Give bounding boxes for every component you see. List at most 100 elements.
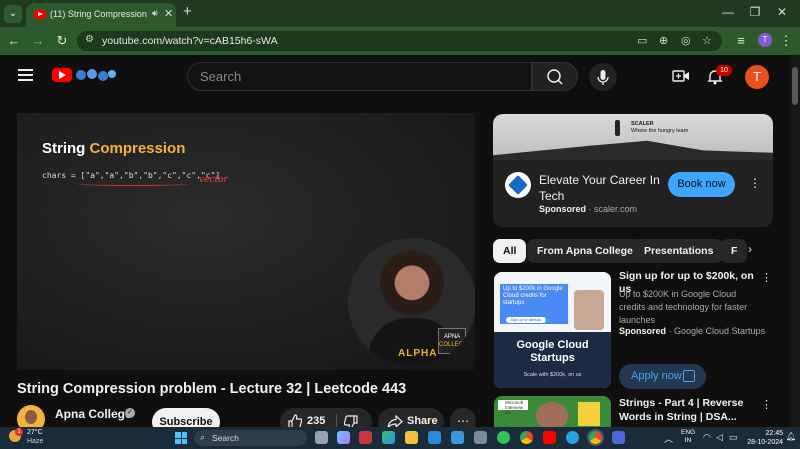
- youtube-header: 10 T: [0, 55, 790, 100]
- edge-icon[interactable]: [382, 431, 395, 444]
- tab-search-chevron-icon[interactable]: ⌄: [4, 5, 22, 23]
- youtube-logo-icon[interactable]: [52, 68, 72, 82]
- youtube-doodle-icon[interactable]: [75, 67, 117, 83]
- reload-icon[interactable]: ↻: [54, 33, 70, 49]
- zoom-icon[interactable]: ⊕: [659, 34, 668, 47]
- browser-menu-kebab-icon[interactable]: ⋮: [778, 33, 794, 49]
- windows-start-icon[interactable]: [175, 432, 187, 444]
- wifi-icon[interactable]: ◠: [703, 432, 711, 443]
- chrome-icon[interactable]: [520, 431, 533, 444]
- address-bar[interactable]: ⚙︎ youtube.com/watch?v=cAB15h6-sWA ▭ ⊕ ◎…: [77, 31, 722, 51]
- file-explorer-icon[interactable]: [405, 431, 418, 444]
- camera-icon[interactable]: [474, 431, 487, 444]
- book-now-button[interactable]: Book now: [668, 172, 735, 197]
- channel-name[interactable]: Apna College: [55, 407, 132, 421]
- windows-taskbar: 1 27°C Haze ⌕ Search ︿ ENG IN ◠ ◁ ▭ 22:45…: [0, 427, 800, 449]
- task-view-icon[interactable]: [315, 431, 328, 444]
- input-language[interactable]: ENG IN: [681, 429, 695, 445]
- search-button[interactable]: [532, 62, 578, 91]
- telegram-icon[interactable]: [566, 431, 579, 444]
- ad-banner-tagline: Where the hungry learn: [631, 128, 689, 134]
- chip-from-apna-college[interactable]: From Apna College: [527, 239, 643, 263]
- weather-condition[interactable]: Haze: [27, 438, 43, 445]
- board-title-text: String: [42, 140, 90, 157]
- browser-profile-avatar[interactable]: T: [758, 33, 772, 47]
- ad-title[interactable]: Elevate Your Career In Tech: [539, 172, 669, 204]
- search-box: [187, 62, 532, 91]
- voice-search-button[interactable]: [589, 63, 617, 91]
- browser-tab-strip: ⌄ (11) String Compression pr 🔊︎ ✕ + — ❐ …: [0, 0, 800, 27]
- region-code: IN: [684, 437, 692, 444]
- speaker-icon[interactable]: 🔊︎: [152, 8, 158, 19]
- vscode-icon[interactable]: [428, 431, 441, 444]
- chip-scroll-next-icon[interactable]: ›: [748, 242, 752, 256]
- external-link-icon: [683, 370, 695, 382]
- account-avatar[interactable]: T: [745, 65, 769, 89]
- tray-app-icon[interactable]: [612, 431, 625, 444]
- youtube-app-icon[interactable]: [543, 431, 556, 444]
- taskbar-search-icon: ⌕: [200, 432, 206, 442]
- video-title: String Compression problem - Lecture 32 …: [17, 381, 407, 397]
- chip-all[interactable]: All: [493, 239, 527, 263]
- battery-icon[interactable]: ▭: [729, 432, 738, 443]
- board-code-text: chars = ["a","a","b","b","c","c","c"]: [42, 171, 221, 180]
- ad-banner-hill: [493, 140, 773, 160]
- thumb-people-photo: [574, 290, 604, 330]
- chrome-active-icon[interactable]: [589, 431, 602, 444]
- address-url[interactable]: youtube.com/watch?v=cAB15h6-sWA: [102, 35, 278, 47]
- thumb-title: Google Cloud Startups: [516, 339, 589, 364]
- tab-close-icon[interactable]: ✕: [164, 7, 173, 20]
- share-label: Share: [407, 415, 438, 427]
- chip-truncated[interactable]: F: [721, 239, 748, 263]
- recommended-video-title[interactable]: Strings - Part 4 | Reverse Words in Stri…: [619, 396, 759, 424]
- sponsored-video-thumbnail[interactable]: Up to $200k in Google Cloud credits for …: [494, 272, 611, 388]
- create-video-icon[interactable]: [672, 68, 690, 84]
- sponsored-ad-card[interactable]: SCALER Where the hungry learn Elevate Yo…: [493, 114, 773, 227]
- recommended-video-thumbnail[interactable]: Microsoft Interview Qs: [494, 396, 611, 427]
- show-hidden-icons-chevron-icon[interactable]: ︿: [664, 432, 673, 445]
- recommended-video-kebab-icon[interactable]: ⋮: [761, 398, 772, 411]
- copilot-icon[interactable]: [337, 431, 350, 444]
- scrollbar-thumb[interactable]: [792, 67, 798, 105]
- weather-temperature[interactable]: 27°C: [27, 429, 43, 436]
- board-title: String Compression: [42, 140, 185, 157]
- ad-menu-kebab-icon[interactable]: ⋮: [749, 176, 761, 190]
- maximize-button[interactable]: ❐: [745, 5, 765, 19]
- ad-banner-image[interactable]: SCALER Where the hungry learn: [493, 114, 773, 160]
- forward-arrow-icon[interactable]: →: [30, 33, 46, 48]
- browser-tab-active[interactable]: (11) String Compression pr 🔊︎ ✕: [26, 3, 176, 27]
- notification-center-bell-icon[interactable]: 🔔︎: [786, 432, 796, 441]
- page-scrollbar[interactable]: [790, 55, 800, 427]
- taskbar-search-box[interactable]: ⌕ Search: [194, 430, 307, 446]
- tab-title: (11) String Compression pr: [50, 9, 150, 19]
- search-input[interactable]: [200, 69, 500, 84]
- mcafee-icon[interactable]: [359, 431, 372, 444]
- apply-now-button[interactable]: Apply now: [619, 364, 706, 389]
- eye-off-icon[interactable]: ◎: [681, 34, 691, 47]
- hamburger-menu-icon[interactable]: [18, 69, 33, 81]
- site-info-icon[interactable]: ⚙︎: [85, 34, 94, 45]
- chip-presentations[interactable]: Presentations: [634, 239, 724, 263]
- video-player[interactable]: String Compression chars = ["a","a","b",…: [17, 113, 475, 370]
- ad-sponsored-line: Sponsored · scaler.com: [539, 204, 638, 214]
- like-count[interactable]: 235: [307, 415, 325, 427]
- ad-advertiser: scaler.com: [594, 204, 638, 214]
- advertiser-name: Google Cloud Startups: [674, 326, 766, 336]
- back-arrow-icon[interactable]: ←: [6, 33, 22, 48]
- sponsored-video-kebab-icon[interactable]: ⋮: [761, 271, 772, 284]
- new-tab-plus-icon[interactable]: +: [183, 3, 192, 20]
- taskbar-clock[interactable]: 22:45 28-10-2024: [745, 429, 783, 447]
- verified-check-icon: ✓: [125, 408, 135, 418]
- app-icon[interactable]: [451, 431, 464, 444]
- thumb-subtitle: Scale with $200k, on us: [523, 372, 582, 378]
- volume-icon[interactable]: ◁: [716, 432, 723, 443]
- advertiser-logo-icon[interactable]: [505, 172, 531, 198]
- close-window-button[interactable]: ✕: [772, 5, 792, 19]
- clock-date: 28-10-2024: [747, 439, 783, 446]
- media-controls-icon[interactable]: ≡: [733, 33, 749, 48]
- whatsapp-icon[interactable]: [497, 431, 510, 444]
- minimize-button[interactable]: —: [718, 5, 738, 19]
- red-underline-mark: [77, 182, 189, 186]
- install-app-icon[interactable]: ▭: [637, 34, 647, 47]
- bookmark-star-icon[interactable]: ☆: [702, 34, 712, 47]
